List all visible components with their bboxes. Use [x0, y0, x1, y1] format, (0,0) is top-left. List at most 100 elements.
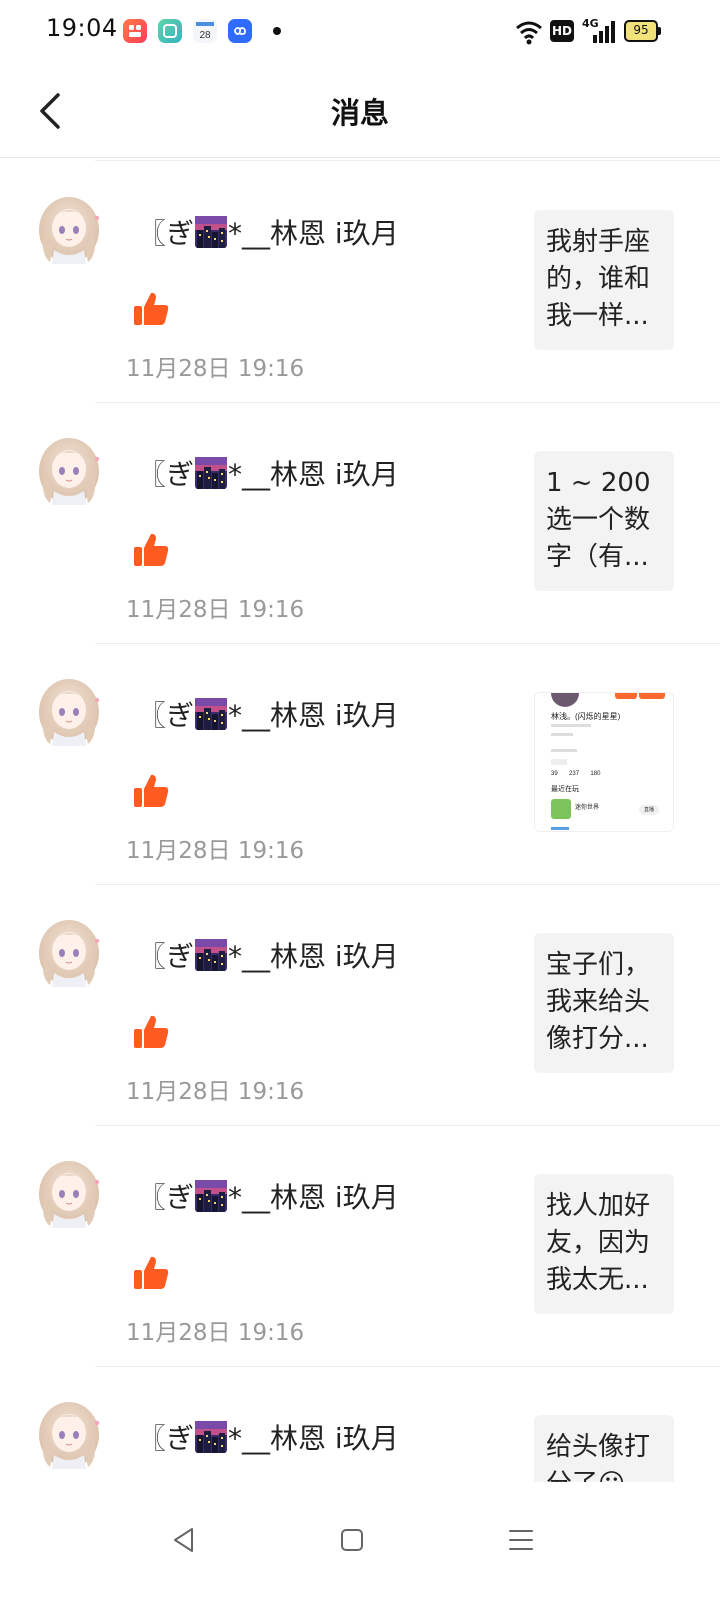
avatar[interactable]	[36, 192, 102, 264]
username-prefix: 〖ぎ	[138, 699, 195, 732]
post-preview[interactable]: 1 ~ 200 选一个数字（有...	[534, 451, 674, 591]
thumb-line	[551, 827, 569, 830]
avatar[interactable]	[36, 674, 102, 746]
message-item[interactable]: 〖ぎ *__林恩 i玖月 11月28日 19:16 宝子们，我来给头像打分...	[0, 883, 720, 1126]
message-time: 11月28日 19:16	[126, 1079, 305, 1105]
thumb-stat: 237	[569, 771, 580, 777]
username[interactable]: 〖ぎ *__林恩 i玖月	[138, 212, 399, 252]
username[interactable]: 〖ぎ *__林恩 i玖月	[138, 1417, 399, 1457]
username[interactable]: 〖ぎ *__林恩 i玖月	[138, 1176, 399, 1216]
night-city-emoji-icon	[195, 939, 228, 971]
thumb-stat: 180	[590, 771, 601, 777]
username-prefix: 〖ぎ	[138, 1181, 195, 1214]
thumbs-up-icon	[134, 292, 169, 325]
avatar-image	[39, 1161, 100, 1228]
thumbs-up-icon	[134, 774, 169, 807]
infinity-app-icon	[228, 19, 252, 43]
message-time: 11月28日 19:16	[126, 356, 305, 382]
username-prefix: 〖ぎ	[138, 217, 195, 250]
message-time: 11月28日 19:16	[126, 1320, 305, 1346]
battery-icon: 95	[624, 20, 662, 42]
thumb-badge	[615, 693, 637, 699]
night-city-emoji-icon	[195, 698, 228, 730]
header: 消息	[0, 64, 720, 158]
username-prefix: 〖ぎ	[138, 1422, 195, 1455]
message-list[interactable]: 〖ぎ *__林恩 i玖月 11月28日 19:16 我射手座的，谁和我一样...	[0, 160, 720, 1482]
status-bar: 19:04 28 HD 4G 95	[0, 0, 720, 64]
post-preview-thumbnail[interactable]: 林浅。(闪烁的星星) 39 237 180 最近在玩 迷你世界 直播	[534, 692, 674, 832]
thumb-game-icon	[551, 799, 571, 819]
message-item[interactable]: 〖ぎ *__林恩 i玖月 11月28日 19:16 我射手座的，谁和我一样...	[0, 160, 720, 403]
night-city-emoji-icon	[195, 1421, 228, 1453]
thumb-stat: 39	[551, 771, 558, 777]
calendar-app-icon: 28	[193, 19, 217, 43]
like-indicator	[132, 1254, 170, 1292]
username[interactable]: 〖ぎ *__林恩 i玖月	[138, 694, 399, 734]
night-city-emoji-icon	[195, 457, 228, 489]
username-suffix: *__林恩 i玖月	[228, 1181, 399, 1214]
night-city-emoji-icon	[195, 216, 228, 248]
post-preview[interactable]: 宝子们，我来给头像打分...	[534, 933, 674, 1073]
avatar[interactable]	[36, 915, 102, 987]
thumb-badge	[639, 693, 665, 699]
notification-dot-icon	[273, 27, 281, 35]
message-time: 11月28日 19:16	[126, 838, 305, 864]
hd-icon: HD	[550, 20, 574, 42]
thumb-line	[551, 733, 573, 736]
post-preview-text: 宝子们，我来给头像打分...	[546, 950, 651, 1054]
nav-home-button[interactable]	[332, 1520, 372, 1560]
thumb-stats: 39 237 180	[551, 771, 600, 777]
avatar[interactable]	[36, 1397, 102, 1469]
avatar-image	[39, 679, 100, 746]
thumb-name: 林浅。(闪烁的星星)	[551, 712, 621, 721]
username-suffix: *__林恩 i玖月	[228, 699, 399, 732]
like-indicator	[132, 531, 170, 569]
username-suffix: *__林恩 i玖月	[228, 217, 399, 250]
post-preview-text: 我射手座的，谁和我一样...	[546, 227, 651, 331]
avatar-image	[39, 197, 100, 264]
username-suffix: *__林恩 i玖月	[228, 1422, 399, 1455]
nav-back-button[interactable]	[164, 1520, 204, 1560]
like-indicator	[132, 1013, 170, 1051]
battery-level: 95	[633, 23, 649, 37]
thumb-line	[551, 724, 591, 727]
thumb-section: 最近在玩	[551, 786, 579, 793]
username[interactable]: 〖ぎ *__林恩 i玖月	[138, 453, 399, 493]
thumb-game: 迷你世界	[575, 805, 600, 811]
system-navigation-bar	[0, 1482, 720, 1600]
gallery-app-icon	[158, 19, 182, 43]
username-prefix: 〖ぎ	[138, 458, 195, 491]
kuaishou-app-icon	[123, 19, 147, 43]
nav-menu-button[interactable]	[501, 1520, 541, 1560]
avatar[interactable]	[36, 433, 102, 505]
username-prefix: 〖ぎ	[138, 940, 195, 973]
status-time: 19:04	[46, 14, 118, 42]
thumbs-up-icon	[134, 1015, 169, 1048]
triangle-back-icon	[174, 1528, 193, 1552]
post-preview-text: 1 ~ 200 选一个数字（有...	[546, 468, 651, 572]
post-preview[interactable]: 找人加好友，因为我太无...	[534, 1174, 674, 1314]
avatar-image	[39, 438, 100, 505]
message-item[interactable]: 〖ぎ *__林恩 i玖月 11月28日 19:16 找人加好友，因为我太无...	[0, 1124, 720, 1367]
signal-icon: 4G	[582, 17, 616, 43]
like-indicator	[132, 772, 170, 810]
username-suffix: *__林恩 i玖月	[228, 940, 399, 973]
menu-lines-icon	[509, 1530, 533, 1550]
post-preview[interactable]: 给头像打分了😃	[534, 1415, 674, 1482]
thumbs-up-icon	[134, 1256, 169, 1289]
avatar[interactable]	[36, 1156, 102, 1228]
thumb-avatar	[551, 693, 579, 707]
post-preview-text: 给头像打分了😃	[546, 1432, 651, 1482]
thumb-tag	[551, 759, 567, 765]
message-item[interactable]: 〖ぎ *__林恩 i玖月 给头像打分了😃	[0, 1365, 720, 1482]
post-preview[interactable]: 我射手座的，谁和我一样...	[534, 210, 674, 350]
calendar-day: 28	[199, 30, 211, 41]
night-city-emoji-icon	[195, 1180, 228, 1212]
message-item[interactable]: 〖ぎ *__林恩 i玖月 11月28日 19:16 1 ~ 200 选一个数字（…	[0, 401, 720, 644]
thumbs-up-icon	[134, 533, 169, 566]
thumb-button: 直播	[639, 805, 659, 815]
message-item[interactable]: 〖ぎ *__林恩 i玖月 11月28日 19:16 林浅。(闪烁的星星) 39 …	[0, 642, 720, 885]
like-indicator	[132, 290, 170, 328]
username[interactable]: 〖ぎ *__林恩 i玖月	[138, 935, 399, 975]
page-title: 消息	[330, 96, 389, 130]
